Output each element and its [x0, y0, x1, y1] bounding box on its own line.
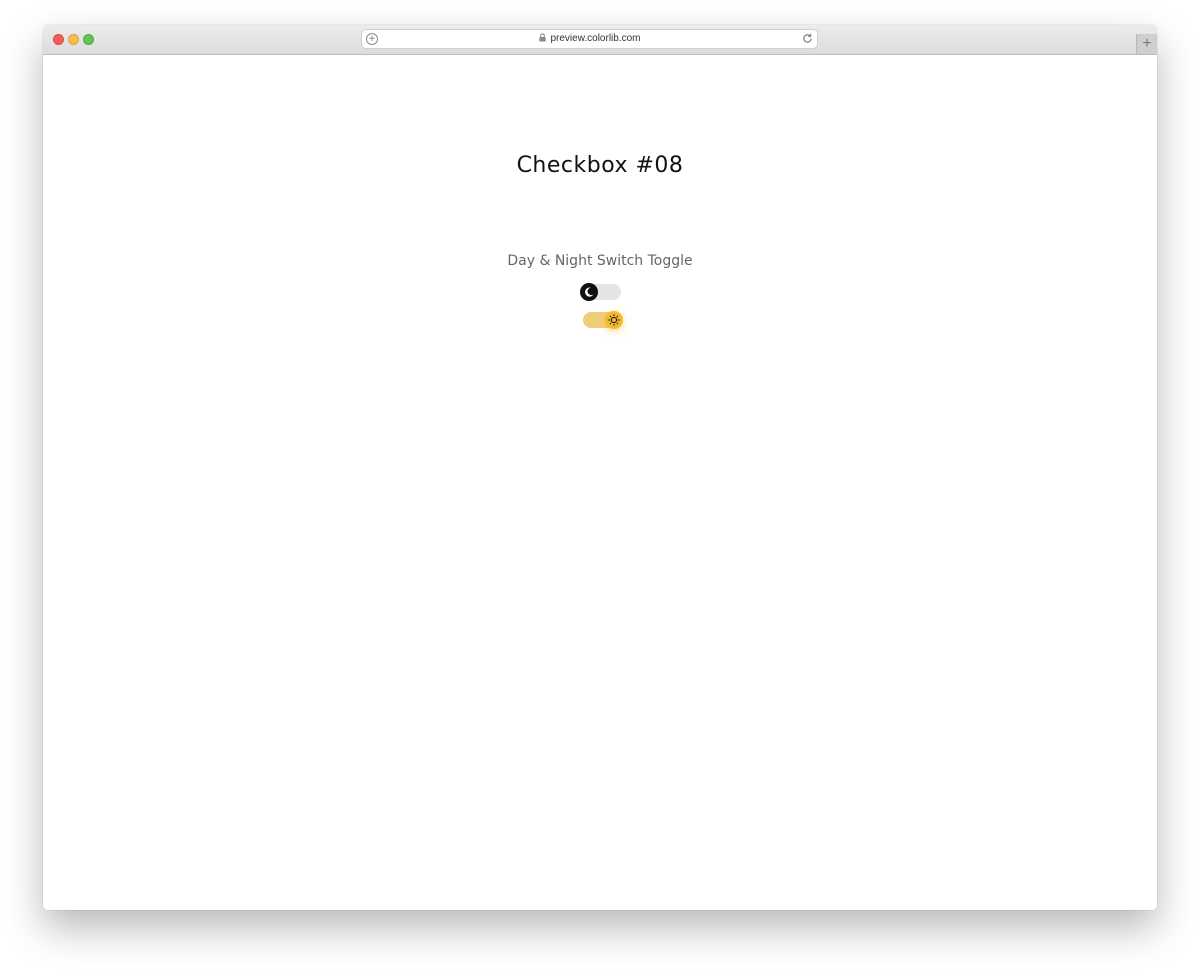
- reload-icon[interactable]: [802, 33, 813, 44]
- section-subtitle: Day & Night Switch Toggle: [507, 253, 693, 269]
- moon-icon: [585, 287, 594, 297]
- minimize-window-button[interactable]: [68, 34, 79, 45]
- lock-icon: [539, 33, 547, 42]
- new-tab-button[interactable]: +: [1136, 34, 1157, 54]
- day-mode-toggle[interactable]: [583, 311, 623, 329]
- night-mode-toggle[interactable]: [580, 283, 621, 301]
- page-title: Checkbox #08: [516, 153, 684, 178]
- screen: + preview.colorlib.com + Checkbox #08 Da…: [0, 0, 1200, 972]
- page-content: Checkbox #08 Day & Night Switch Toggle: [43, 55, 1157, 910]
- close-window-button[interactable]: [53, 34, 64, 45]
- address-bar[interactable]: + preview.colorlib.com: [362, 30, 817, 48]
- day-toggle-knob[interactable]: [605, 311, 623, 329]
- address-content: preview.colorlib.com: [362, 30, 817, 48]
- browser-window: + preview.colorlib.com + Checkbox #08 Da…: [43, 25, 1157, 910]
- browser-titlebar: + preview.colorlib.com +: [43, 25, 1157, 55]
- night-toggle-knob[interactable]: [580, 283, 598, 301]
- zoom-window-button[interactable]: [83, 34, 94, 45]
- address-url: preview.colorlib.com: [550, 33, 641, 44]
- sun-icon: [608, 314, 620, 326]
